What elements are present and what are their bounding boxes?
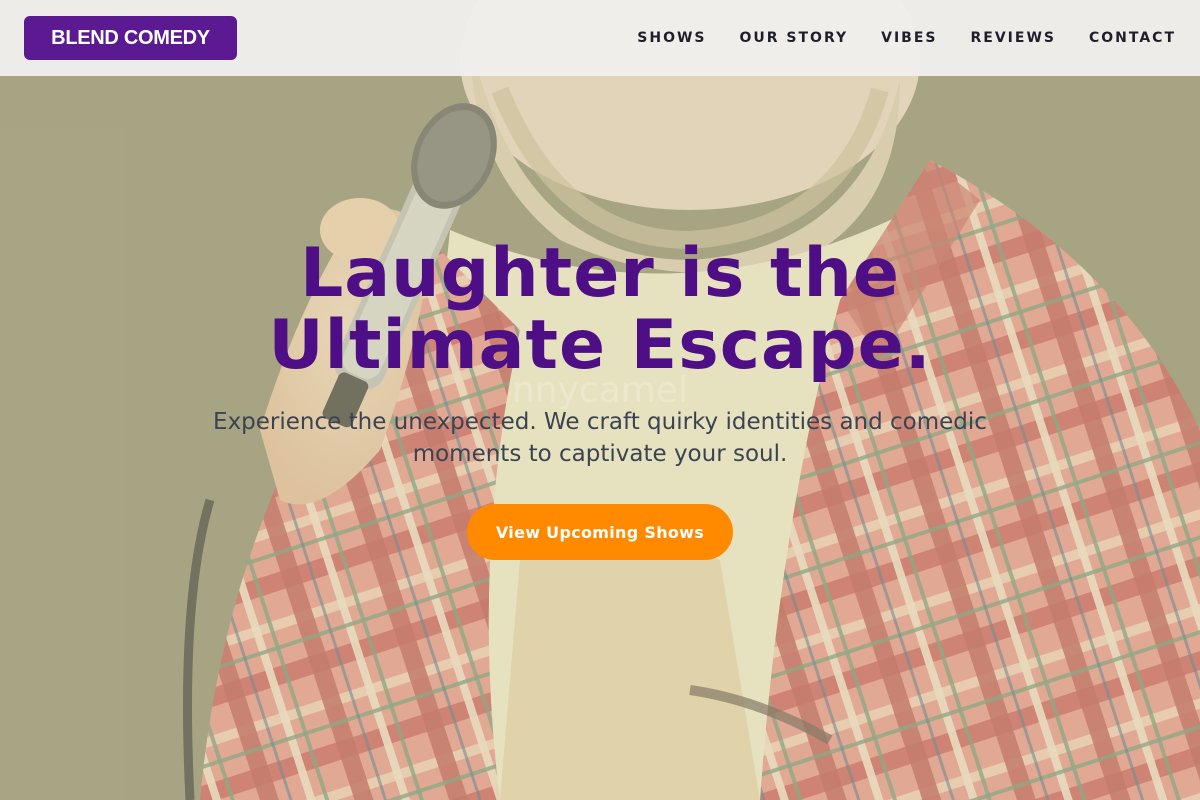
nav-link-vibes[interactable]: VIBES [881, 30, 937, 46]
nav-link-our-story[interactable]: OUR STORY [740, 30, 849, 46]
view-upcoming-shows-button[interactable]: View Upcoming Shows [467, 504, 733, 560]
nav-link-contact[interactable]: CONTACT [1089, 30, 1176, 46]
hero-title: Laughter is the Ultimate Escape. [0, 238, 1200, 382]
top-navigation-bar: BLEND COMEDY SHOWS OUR STORY VIBES REVIE… [0, 0, 1200, 76]
nav-link-reviews[interactable]: REVIEWS [971, 30, 1056, 46]
nav-link-shows[interactable]: SHOWS [637, 30, 706, 46]
nav-links: SHOWS OUR STORY VIBES REVIEWS CONTACT [637, 30, 1176, 46]
hero-section: Laughter is the Ultimate Escape. Experie… [0, 238, 1200, 560]
brand-logo-button[interactable]: BLEND COMEDY [24, 16, 237, 60]
hero-title-line-1: Laughter is the [299, 234, 901, 313]
hero-subtitle: Experience the unexpected. We craft quir… [213, 409, 987, 467]
hero-title-line-2: Ultimate Escape. [268, 306, 932, 385]
